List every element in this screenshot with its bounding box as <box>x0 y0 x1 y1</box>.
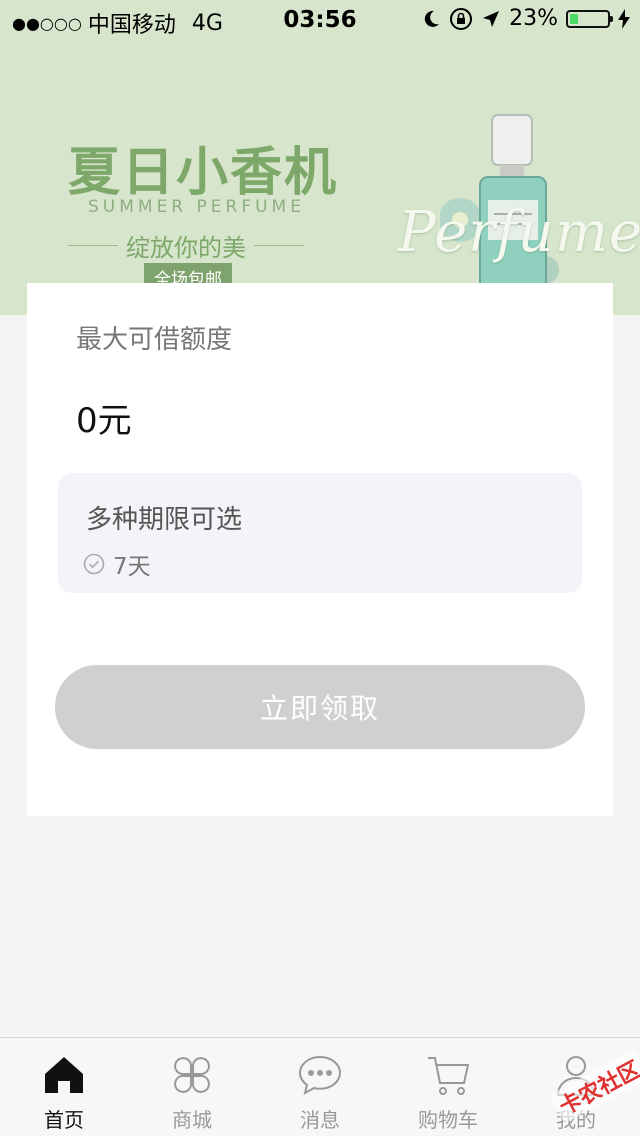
tab-cart[interactable]: 购物车 <box>384 1038 512 1136</box>
divider <box>254 245 304 246</box>
max-limit-label: 最大可借额度 <box>76 325 233 355</box>
banner-tagline: 绽放你的美 <box>68 228 304 263</box>
max-limit-amount: 0元 <box>76 401 132 441</box>
term-option-7-days[interactable]: 7天 <box>83 547 151 581</box>
banner-script-word: Perfume <box>398 200 640 265</box>
chat-bubble-icon <box>298 1055 342 1095</box>
moon-icon <box>424 10 440 27</box>
cart-icon <box>428 1057 470 1095</box>
claim-button[interactable]: 立即领取 <box>55 665 585 749</box>
status-bar: ●●○○○ 中国移动 4G 03:56 23% <box>0 0 640 40</box>
tab-messages[interactable]: 消息 <box>256 1038 384 1136</box>
tab-label: 商城 <box>172 1108 212 1132</box>
battery-fill <box>570 13 578 24</box>
promo-banner[interactable]: ●●○○○ 中国移动 4G 03:56 23% 夏日小香机 SUMMER PER… <box>0 0 640 315</box>
term-option-label: 7天 <box>113 554 151 580</box>
tab-label: 购物车 <box>418 1108 478 1132</box>
bottom-tab-bar: 首页 商城 消息 购物车 我的 <box>0 1037 640 1136</box>
banner-title: 夏日小香机 <box>68 142 339 203</box>
tab-home[interactable]: 首页 <box>0 1038 128 1136</box>
banner-tagline-text: 绽放你的美 <box>126 234 246 262</box>
tab-label: 消息 <box>300 1108 340 1132</box>
term-options-box: 多种期限可选 7天 <box>58 473 582 593</box>
battery-icon <box>566 9 613 28</box>
tab-mall[interactable]: 商城 <box>128 1038 256 1136</box>
check-circle-icon <box>83 553 105 575</box>
battery-percent: 23% <box>509 6 558 31</box>
divider <box>68 245 118 246</box>
loan-card: 最大可借额度 0元 多种期限可选 7天 立即领取 <box>27 283 613 816</box>
location-arrow-icon <box>483 10 500 27</box>
clover-icon <box>174 1057 210 1093</box>
tab-label: 首页 <box>44 1108 84 1132</box>
term-options-title: 多种期限可选 <box>86 505 243 535</box>
rotation-lock-icon <box>450 7 473 30</box>
banner-subtitle: SUMMER PERFUME <box>88 197 305 217</box>
charging-bolt-icon <box>618 8 630 29</box>
home-icon <box>45 1057 83 1093</box>
